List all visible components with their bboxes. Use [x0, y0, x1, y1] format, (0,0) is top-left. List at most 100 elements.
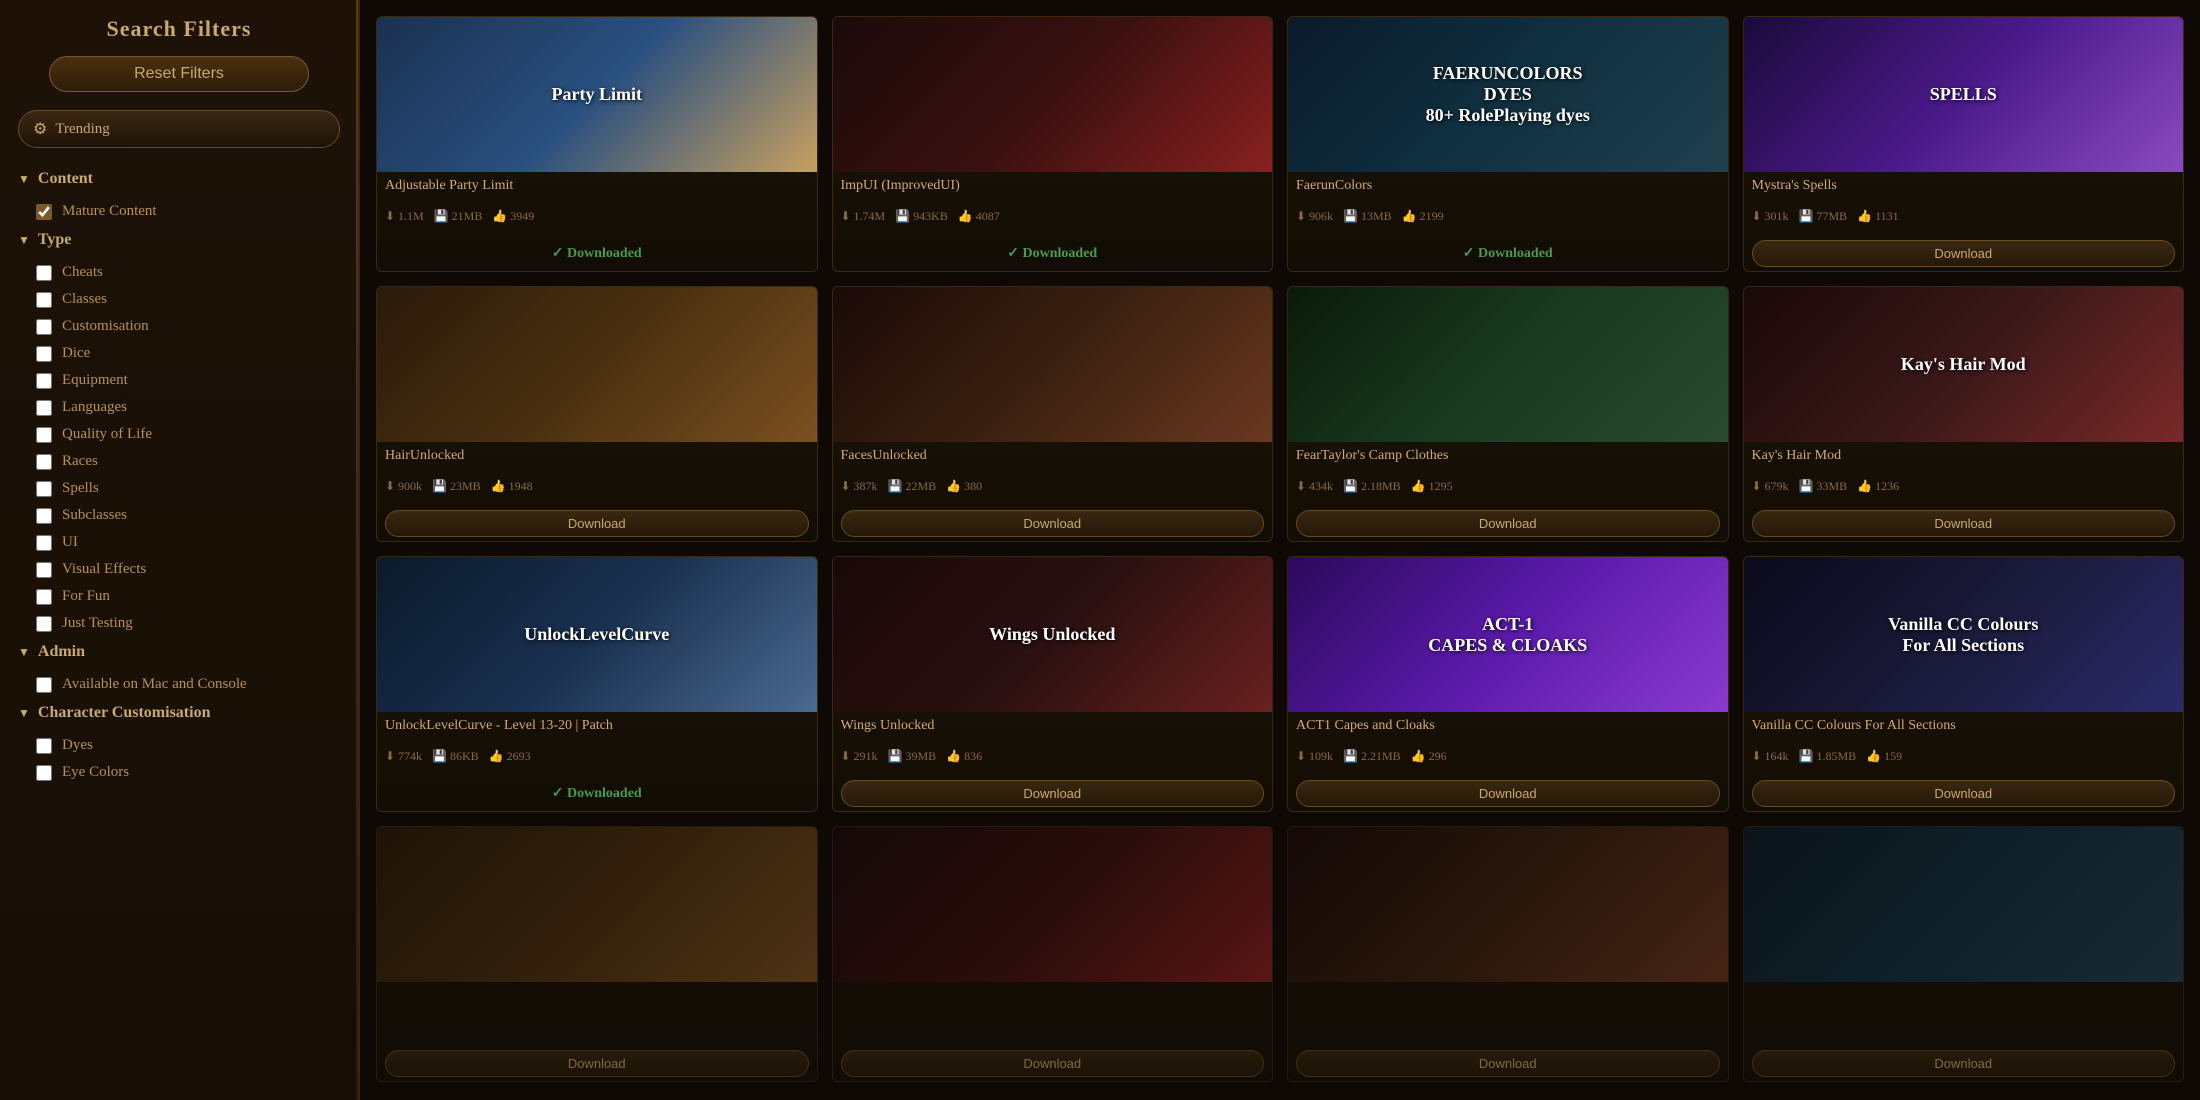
- mod-card-partial-1[interactable]: Download: [376, 826, 818, 1082]
- reset-filters-button[interactable]: Reset Filters: [49, 56, 309, 92]
- checkbox-classes[interactable]: Classes: [0, 286, 358, 313]
- download-button[interactable]: Download: [385, 510, 809, 537]
- ui-checkbox[interactable]: [36, 535, 52, 551]
- languages-label: Languages: [62, 399, 127, 416]
- dice-checkbox[interactable]: [36, 346, 52, 362]
- stat-downloads: ⬇ 679k: [1752, 479, 1789, 494]
- just-testing-checkbox[interactable]: [36, 616, 52, 632]
- checkbox-subclasses[interactable]: Subclasses: [0, 502, 358, 529]
- download-button[interactable]: Download: [385, 1050, 809, 1077]
- races-checkbox[interactable]: [36, 454, 52, 470]
- mod-stats: ⬇ 1.74M 💾 943KB 👍 4087: [841, 209, 1265, 224]
- checkbox-quality-of-life[interactable]: Quality of Life: [0, 421, 358, 448]
- section-character-customisation-header[interactable]: ▼ Character Customisation: [0, 698, 358, 728]
- download-button[interactable]: Download: [1752, 780, 2176, 807]
- mod-info: Mystra's Spells ⬇ 301k 💾 77MB 👍 1131 Dow…: [1744, 172, 2184, 271]
- mod-info: ACT1 Capes and Cloaks ⬇ 109k 💾 2.21MB 👍 …: [1288, 712, 1728, 811]
- checkbox-dice[interactable]: Dice: [0, 340, 358, 367]
- stat-downloads: ⬇ 774k: [385, 749, 422, 764]
- checkbox-ui[interactable]: UI: [0, 529, 358, 556]
- mod-card-adjustable-party-limit[interactable]: Party Limit Adjustable Party Limit ⬇ 1.1…: [376, 16, 818, 272]
- checkbox-languages[interactable]: Languages: [0, 394, 358, 421]
- mod-card-unlocklevelcurve[interactable]: UnlockLevelCurve UnlockLevelCurve - Leve…: [376, 556, 818, 812]
- mod-thumbnail: [833, 287, 1273, 442]
- download-button[interactable]: Download: [841, 1050, 1265, 1077]
- mature-content-checkbox[interactable]: [36, 204, 52, 220]
- mod-name: FacesUnlocked: [841, 448, 1265, 464]
- checkbox-dyes[interactable]: Dyes: [0, 732, 358, 759]
- mod-card-partial-2[interactable]: Download: [832, 826, 1274, 1082]
- mod-info: FacesUnlocked ⬇ 387k 💾 22MB 👍 380 Downlo…: [833, 442, 1273, 541]
- checkbox-races[interactable]: Races: [0, 448, 358, 475]
- stat-size: 💾 21MB: [434, 209, 483, 224]
- checkbox-equipment[interactable]: Equipment: [0, 367, 358, 394]
- mod-card-partial-4[interactable]: Download: [1743, 826, 2185, 1082]
- mod-card-hairunlocked[interactable]: HairUnlocked ⬇ 900k 💾 23MB 👍 1948 Downlo…: [376, 286, 818, 542]
- checkbox-mac-console[interactable]: Available on Mac and Console: [0, 671, 358, 698]
- mod-card-faeruncolors[interactable]: FAERUNCOLORSDYES80+ RolePlaying dyes Fae…: [1287, 16, 1729, 272]
- download-button[interactable]: Download: [1296, 510, 1720, 537]
- thumb-label: UnlockLevelCurve: [377, 557, 817, 712]
- checkbox-eye-colors[interactable]: Eye Colors: [0, 759, 358, 786]
- mod-info: Download: [377, 982, 817, 1081]
- mod-thumbnail: [1288, 287, 1728, 442]
- mod-stats: ⬇ 906k 💾 13MB 👍 2199: [1296, 209, 1720, 224]
- stat-likes: 👍 1131: [1857, 209, 1899, 224]
- trending-button[interactable]: ⚙ Trending: [18, 110, 340, 148]
- checkbox-visual-effects[interactable]: Visual Effects: [0, 556, 358, 583]
- mod-card-impui[interactable]: ImpUI (ImprovedUI) ⬇ 1.74M 💾 943KB 👍 408…: [832, 16, 1274, 272]
- mod-thumb-bg: [1288, 287, 1728, 442]
- spells-checkbox[interactable]: [36, 481, 52, 497]
- checkbox-customisation[interactable]: Customisation: [0, 313, 358, 340]
- thumb-label: SPELLS: [1744, 17, 2184, 172]
- download-button[interactable]: Download: [1296, 780, 1720, 807]
- visual-effects-checkbox[interactable]: [36, 562, 52, 578]
- equipment-checkbox[interactable]: [36, 373, 52, 389]
- spells-label: Spells: [62, 480, 99, 497]
- races-label: Races: [62, 453, 98, 470]
- customisation-checkbox[interactable]: [36, 319, 52, 335]
- cheats-checkbox[interactable]: [36, 265, 52, 281]
- mod-info: UnlockLevelCurve - Level 13-20 | Patch ⬇…: [377, 712, 817, 811]
- subclasses-checkbox[interactable]: [36, 508, 52, 524]
- mod-info: FearTaylor's Camp Clothes ⬇ 434k 💾 2.18M…: [1288, 442, 1728, 541]
- mod-card-wings-unlocked[interactable]: Wings Unlocked Wings Unlocked ⬇ 291k 💾 3…: [832, 556, 1274, 812]
- checkbox-spells[interactable]: Spells: [0, 475, 358, 502]
- checkbox-just-testing[interactable]: Just Testing: [0, 610, 358, 637]
- mod-name: HairUnlocked: [385, 448, 809, 464]
- download-button[interactable]: Download: [841, 510, 1265, 537]
- checkbox-cheats[interactable]: Cheats: [0, 259, 358, 286]
- mod-card-partial-3[interactable]: Download: [1287, 826, 1729, 1082]
- stat-downloads: ⬇ 301k: [1752, 209, 1789, 224]
- languages-checkbox[interactable]: [36, 400, 52, 416]
- download-button[interactable]: Download: [1752, 510, 2176, 537]
- mod-card-facesunlocked[interactable]: FacesUnlocked ⬇ 387k 💾 22MB 👍 380 Downlo…: [832, 286, 1274, 542]
- checkbox-for-fun[interactable]: For Fun: [0, 583, 358, 610]
- dyes-checkbox[interactable]: [36, 738, 52, 754]
- download-button[interactable]: Download: [1296, 1050, 1720, 1077]
- just-testing-label: Just Testing: [62, 615, 133, 632]
- stat-size: 💾 86KB: [432, 749, 479, 764]
- classes-checkbox[interactable]: [36, 292, 52, 308]
- eye-colors-checkbox[interactable]: [36, 765, 52, 781]
- section-type-header[interactable]: ▼ Type: [0, 225, 358, 255]
- mod-card-feartaylor-camp-clothes[interactable]: FearTaylor's Camp Clothes ⬇ 434k 💾 2.18M…: [1287, 286, 1729, 542]
- download-button[interactable]: Download: [1752, 240, 2176, 267]
- mod-card-kays-hair-mod[interactable]: Kay's Hair Mod Kay's Hair Mod ⬇ 679k 💾 3…: [1743, 286, 2185, 542]
- checkbox-mature-content[interactable]: Mature Content: [0, 198, 358, 225]
- mac-console-checkbox[interactable]: [36, 677, 52, 693]
- download-button[interactable]: Download: [1752, 1050, 2176, 1077]
- stat-likes: 👍 836: [946, 749, 982, 764]
- quality-of-life-checkbox[interactable]: [36, 427, 52, 443]
- mod-card-vanilla-cc-colours[interactable]: Vanilla CC ColoursFor All Sections Vanil…: [1743, 556, 2185, 812]
- mod-thumbnail: [1288, 827, 1728, 982]
- mod-card-mystras-spells[interactable]: SPELLS Mystra's Spells ⬇ 301k 💾 77MB 👍 1…: [1743, 16, 2185, 272]
- download-button[interactable]: Download: [841, 780, 1265, 807]
- section-admin-header[interactable]: ▼ Admin: [0, 637, 358, 667]
- mod-card-act1-capes[interactable]: ACT-1CAPES & CLOAKS ACT1 Capes and Cloak…: [1287, 556, 1729, 812]
- mod-stats: ⬇ 679k 💾 33MB 👍 1236: [1752, 479, 2176, 494]
- downloaded-status: ✓ Downloaded: [385, 240, 809, 267]
- section-content-header[interactable]: ▼ Content: [0, 164, 358, 194]
- mod-name: Adjustable Party Limit: [385, 178, 809, 194]
- for-fun-checkbox[interactable]: [36, 589, 52, 605]
